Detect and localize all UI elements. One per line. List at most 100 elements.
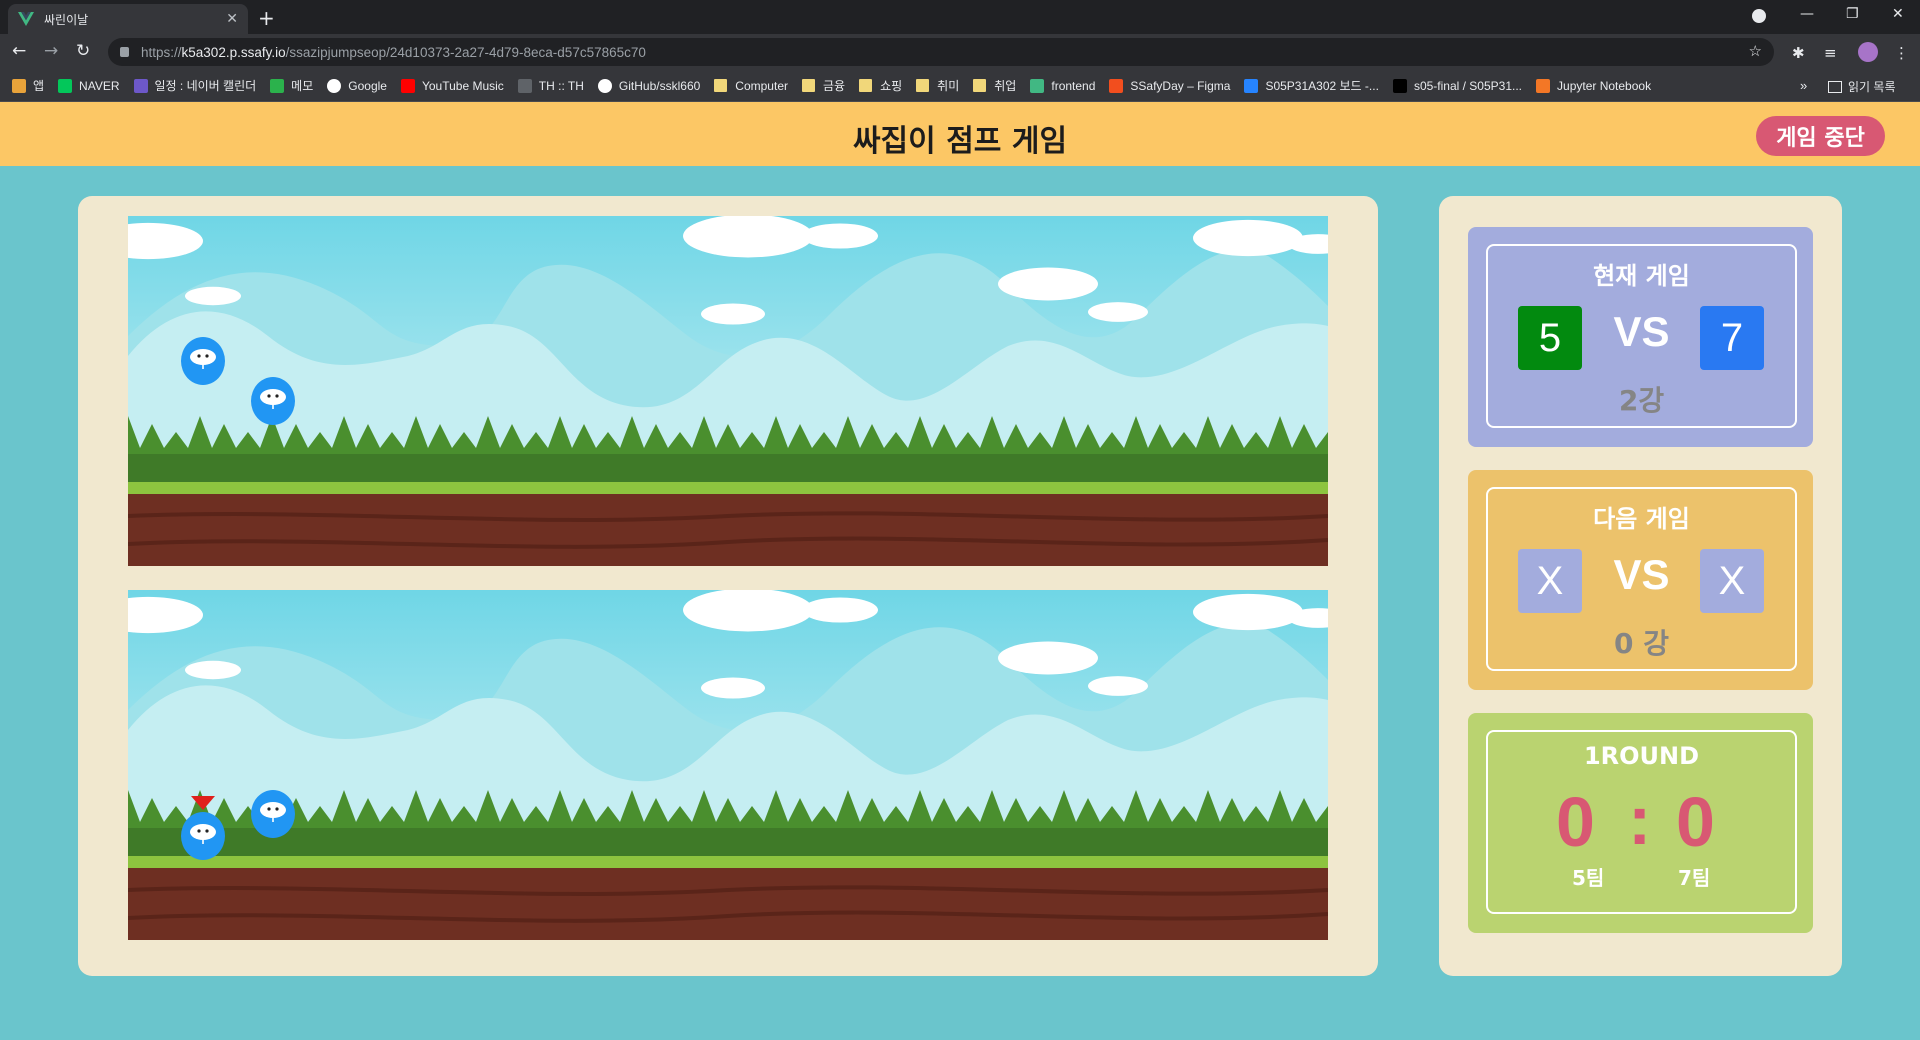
bookmark-label: 취미 [937,79,960,93]
ground-top [128,482,1328,494]
bookmark-item[interactable]: 쇼핑 [859,77,902,94]
reading-list-label: 읽기 목록 [1848,80,1896,94]
cloud [185,660,241,680]
bookmarks-overflow-icon[interactable]: » [1800,78,1807,93]
minimize-icon[interactable]: — [1800,6,1814,22]
extensions-icon[interactable]: ✱ [1792,44,1805,62]
bookmark-item[interactable]: 취업 [973,77,1016,94]
figma-icon [1109,78,1124,93]
page-header: 싸집이 점프 게임 게임 중단 [0,102,1920,166]
grass-front [128,454,1328,484]
bookmark-item[interactable]: YouTube Music [400,78,504,93]
cloud [1088,302,1148,322]
bookmark-item[interactable]: GitHub/sskl660 [597,78,701,93]
bookmark-item[interactable]: TH :: TH [517,78,584,93]
right-score: 0 [1676,783,1715,861]
bookmark-item[interactable]: frontend [1030,78,1095,93]
cloud [683,590,813,632]
player-character [251,377,295,425]
bookmark-item[interactable]: Google [327,78,387,93]
next-right-team: X [1700,549,1764,613]
bookmark-item[interactable]: S05P31A302 보드 -... [1244,77,1379,94]
cloud [1193,593,1303,631]
player-character [181,337,225,385]
bookmark-item[interactable]: SSafyDay – Figma [1109,78,1231,93]
media-control-icon[interactable]: ≡ [1824,44,1837,62]
browser-tab-bar: 싸린이날 ✕ + — ❐ ✕ [0,0,1920,34]
bookmark-item[interactable]: 앱 [12,77,44,94]
terminal-icon [1392,78,1407,93]
github-icon [597,78,612,93]
cloud [998,267,1098,301]
game-scene-svg [128,590,1328,940]
folder-icon [714,79,728,92]
dots-icon [517,78,532,93]
youtube-music-icon [400,78,415,93]
cloud [1088,676,1148,696]
tab-search-icon[interactable] [1752,9,1766,23]
reading-list-button[interactable]: 읽기 목록 [1828,78,1896,95]
bookmark-item[interactable]: NAVER [58,78,120,93]
tab-close-icon[interactable]: ✕ [226,11,238,27]
window-close-icon[interactable]: ✕ [1892,6,1904,22]
current-right-team: 7 [1700,306,1764,370]
url-scheme: https:// [141,44,182,60]
tab-title: 싸린이날 [44,12,89,27]
memo-icon [270,78,285,93]
bookmark-label: SSafyDay – Figma [1130,78,1231,93]
browser-tab[interactable]: 싸린이날 ✕ [8,4,248,34]
bookmark-item[interactable]: 일정 : 네이버 캘린더 [133,77,256,94]
bookmark-star-icon[interactable]: ☆ [1749,42,1762,60]
bookmarks-bar: 앱 NAVER 일정 : 네이버 캘린더 메모 Google YouTube Music T… [0,70,1920,102]
score-panel: 현재 게임 5 VS 7 2강 다음 게임 X VS X 0 강 1ROUND … [1439,196,1842,976]
profile-avatar[interactable] [1858,42,1878,62]
bookmark-item[interactable]: 취미 [916,77,959,94]
new-tab-icon[interactable]: + [258,6,275,30]
bookmark-label: YouTube Music [421,78,504,93]
page-title: 싸집이 점프 게임 [852,124,1068,159]
bookmark-item[interactable]: 금융 [801,77,845,94]
score-separator: : [1628,781,1652,859]
url-path: /ssazipjumpseop/24d10373-2a27-4d79-8eca-… [285,44,646,60]
bookmark-label: TH :: TH [538,78,584,93]
game-panel [78,196,1378,976]
reload-icon[interactable]: ↻ [76,41,90,61]
cloud [683,216,813,258]
jupyter-icon [1536,78,1551,93]
next-game-card: 다음 게임 X VS X 0 강 [1468,470,1813,690]
menu-kebab-icon[interactable]: ⋮ [1894,44,1909,62]
game-scene-svg [128,216,1328,566]
calendar-icon [133,78,148,93]
cloud [802,223,878,249]
bookmark-label: S05P31A302 보드 -... [1265,79,1379,93]
current-game-card: 현재 게임 5 VS 7 2강 [1468,227,1813,447]
bookmark-label: Computer [735,78,788,93]
back-icon[interactable]: ← [12,41,26,61]
bookmark-item[interactable]: s05-final / S05P31... [1392,78,1522,93]
bookmark-label: 앱 [33,79,45,93]
cloud [802,597,878,623]
ground [128,868,1328,940]
folder-icon [973,79,987,92]
vue-favicon-icon [18,12,34,26]
bookmark-item[interactable]: Jupyter Notebook [1536,78,1651,93]
restore-icon[interactable]: ❐ [1846,6,1859,22]
left-team-name: 5팀 [1572,866,1605,890]
forward-icon[interactable]: → [44,41,58,61]
bookmark-item[interactable]: 메모 [270,77,313,94]
folder-icon [859,79,873,92]
next-game-title: 다음 게임 [1593,505,1690,533]
bookmark-item[interactable]: Computer [714,79,788,93]
address-bar[interactable]: https://k5a302.p.ssafy.io/ssazipjumpseop… [108,38,1774,66]
stop-game-button[interactable]: 게임 중단 [1756,116,1885,156]
cloud [701,303,765,325]
folder-icon [916,79,930,92]
next-round-label: 0 강 [1614,627,1669,660]
current-round-label: 2강 [1618,384,1665,417]
url-host: k5a302.p.ssafy.io [181,44,286,60]
bookmark-label: GitHub/sskl660 [618,78,701,93]
bookmark-label: NAVER [79,78,120,93]
ground [128,494,1328,566]
jira-icon [1244,78,1259,93]
player-character [181,812,225,860]
